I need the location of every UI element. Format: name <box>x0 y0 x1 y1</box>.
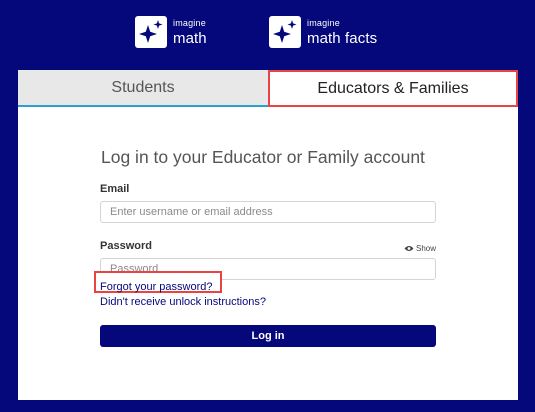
imagine-math-facts-logo[interactable]: imagine math facts <box>269 16 377 48</box>
show-password-label: Show <box>416 244 437 253</box>
logo-big-text: math <box>173 29 207 47</box>
show-password-toggle[interactable]: Show <box>404 244 436 253</box>
eye-icon <box>404 246 414 251</box>
email-input[interactable] <box>100 201 436 223</box>
login-page: imagine math imagine math facts Students… <box>0 0 535 412</box>
page-title: Log in to your Educator or Family accoun… <box>101 147 425 167</box>
password-label: Password <box>100 240 152 252</box>
sparkle-icon <box>135 16 167 48</box>
logo-small-text: imagine <box>307 17 340 28</box>
login-button[interactable]: Log in <box>100 325 436 347</box>
login-panel: Log in to your Educator or Family accoun… <box>18 107 518 400</box>
sparkle-icon <box>269 16 301 48</box>
logo-wordmark: imagine math <box>173 17 207 47</box>
unlock-instructions-link[interactable]: Didn't receive unlock instructions? <box>100 296 266 308</box>
logo-big-text: math facts <box>307 29 378 47</box>
login-tabs: Students Educators & Families <box>18 70 518 107</box>
imagine-math-logo[interactable]: imagine math <box>135 16 207 48</box>
forgot-password-link[interactable]: Forgot your password? <box>100 281 213 293</box>
email-label: Email <box>100 183 130 195</box>
tab-educators-families[interactable]: Educators & Families <box>268 70 518 107</box>
tab-students[interactable]: Students <box>18 70 268 107</box>
logo-wordmark: imagine math facts <box>307 17 378 47</box>
logo-small-text: imagine <box>173 17 206 28</box>
